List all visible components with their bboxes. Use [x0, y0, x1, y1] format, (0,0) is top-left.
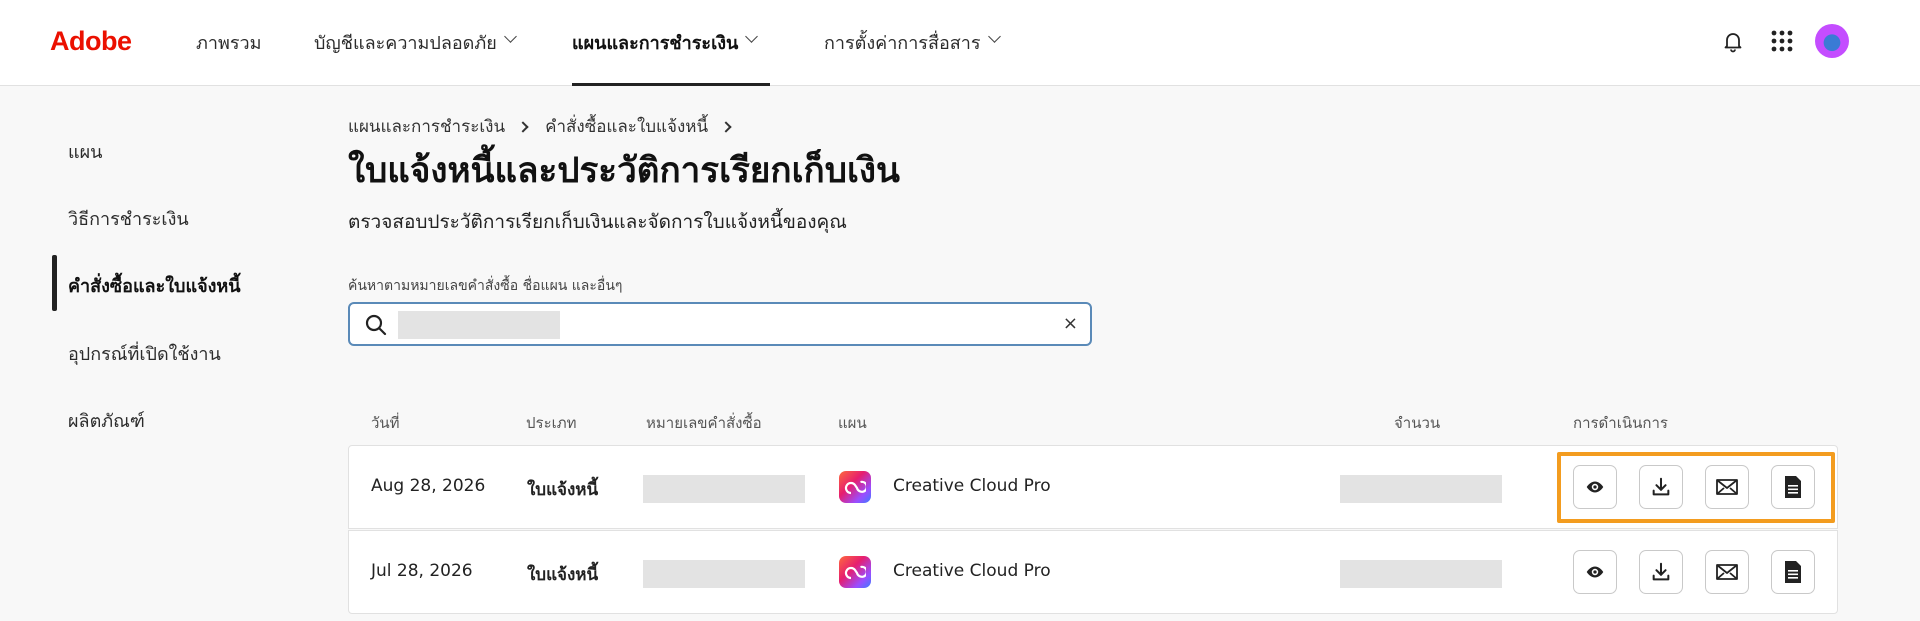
sidebar-item-products[interactable]: ผลิตภัณฑ์ [68, 406, 145, 435]
table-row: Aug 28, 2026 ใบแจ้งหนี้ Creative Cloud P… [348, 445, 1838, 529]
clear-search-icon[interactable]: × [1063, 313, 1078, 334]
chevron-down-icon [745, 30, 759, 43]
view-button[interactable] [1573, 550, 1617, 594]
search-field[interactable]: × [348, 302, 1092, 346]
row-plan: Creative Cloud Pro [893, 561, 1051, 581]
email-icon [1716, 479, 1738, 495]
search-label: ค้นหาตามหมายเลขคำสั่งซื้อ ชื่อแผน และอื่… [348, 278, 623, 294]
sidebar-item-payment-methods[interactable]: วิธีการชำระเงิน [68, 204, 189, 233]
sidebar-item-active-devices[interactable]: อุปกรณ์ที่เปิดใช้งาน [68, 339, 221, 368]
nav-plans-payment-label: แผนและการชำระเงิน [572, 33, 739, 54]
download-icon [1652, 477, 1670, 496]
row-date: Aug 28, 2026 [371, 476, 486, 496]
column-header-order-number: หมายเลขคำสั่งซื้อ [646, 414, 762, 432]
download-button[interactable] [1639, 550, 1683, 594]
redacted-amount [1340, 560, 1502, 588]
bell-icon[interactable] [1718, 26, 1748, 56]
nav-communication-settings[interactable]: การตั้งค่าการสื่อสาร [824, 28, 1001, 86]
nav-account-security-label: บัญชีและความปลอดภัย [314, 33, 497, 54]
document-button[interactable] [1771, 465, 1815, 509]
redacted-amount [1340, 475, 1502, 503]
search-icon [364, 313, 388, 341]
nav-overview-label: ภาพรวม [196, 33, 262, 54]
sidebar-item-orders-invoices[interactable]: คำสั่งซื้อและใบแจ้งหนี้ [68, 271, 241, 300]
top-navigation: Adobe ภาพรวม บัญชีและความปลอดภัย แผนและก… [0, 0, 1920, 86]
document-button[interactable] [1771, 550, 1815, 594]
table-row: Jul 28, 2026 ใบแจ้งหนี้ Creative Cloud P… [348, 530, 1838, 614]
email-button[interactable] [1705, 465, 1749, 509]
breadcrumb-orders-invoices[interactable]: คำสั่งซื้อและใบแจ้งหนี้ [545, 113, 708, 140]
column-header-actions: การดำเนินการ [1573, 414, 1668, 432]
document-icon [1785, 476, 1801, 498]
email-button[interactable] [1705, 550, 1749, 594]
row-type: ใบแจ้งหนี้ [527, 565, 599, 585]
column-header-amount: จำนวน [1394, 414, 1441, 432]
adobe-logo[interactable]: Adobe [50, 26, 132, 57]
page-subtitle: ตรวจสอบประวัติการเรียกเก็บเงินและจัดการใ… [348, 211, 847, 233]
sidebar-item-plans[interactable]: แผน [68, 137, 102, 166]
chevron-right-icon [517, 120, 529, 133]
download-icon [1652, 562, 1670, 581]
breadcrumb: แผนและการชำระเงิน คำสั่งซื้อและใบแจ้งหนี… [348, 113, 748, 140]
nav-communication-settings-label: การตั้งค่าการสื่อสาร [824, 33, 981, 54]
creative-cloud-icon [839, 471, 871, 503]
chevron-down-icon [987, 30, 1001, 43]
view-button[interactable] [1573, 465, 1617, 509]
breadcrumb-plans-payment[interactable]: แผนและการชำระเงิน [348, 113, 505, 140]
avatar[interactable] [1815, 24, 1849, 58]
view-icon [1586, 481, 1604, 493]
nav-overview[interactable]: ภาพรวม [196, 28, 261, 86]
chevron-right-icon [720, 120, 732, 133]
apps-grid-icon[interactable] [1767, 26, 1797, 56]
redacted-order-number [643, 475, 805, 503]
row-date: Jul 28, 2026 [371, 561, 473, 581]
row-type: ใบแจ้งหนี้ [527, 480, 599, 500]
sidebar-active-indicator [52, 255, 57, 311]
row-plan: Creative Cloud Pro [893, 476, 1051, 496]
view-icon [1586, 566, 1604, 578]
nav-account-security[interactable]: บัญชีและความปลอดภัย [314, 28, 517, 86]
email-icon [1716, 564, 1738, 580]
creative-cloud-icon [839, 556, 871, 588]
column-header-type: ประเภท [526, 414, 577, 432]
column-header-date: วันที่ [371, 414, 400, 432]
column-header-plan: แผน [838, 414, 867, 432]
nav-plans-payment[interactable]: แผนและการชำระเงิน [572, 28, 770, 86]
search-input[interactable] [396, 309, 1036, 339]
page-title: ใบแจ้งหนี้และประวัติการเรียกเก็บเงิน [348, 151, 900, 191]
redacted-order-number [643, 560, 805, 588]
download-button[interactable] [1639, 465, 1683, 509]
chevron-down-icon [503, 30, 517, 43]
document-icon [1785, 561, 1801, 583]
